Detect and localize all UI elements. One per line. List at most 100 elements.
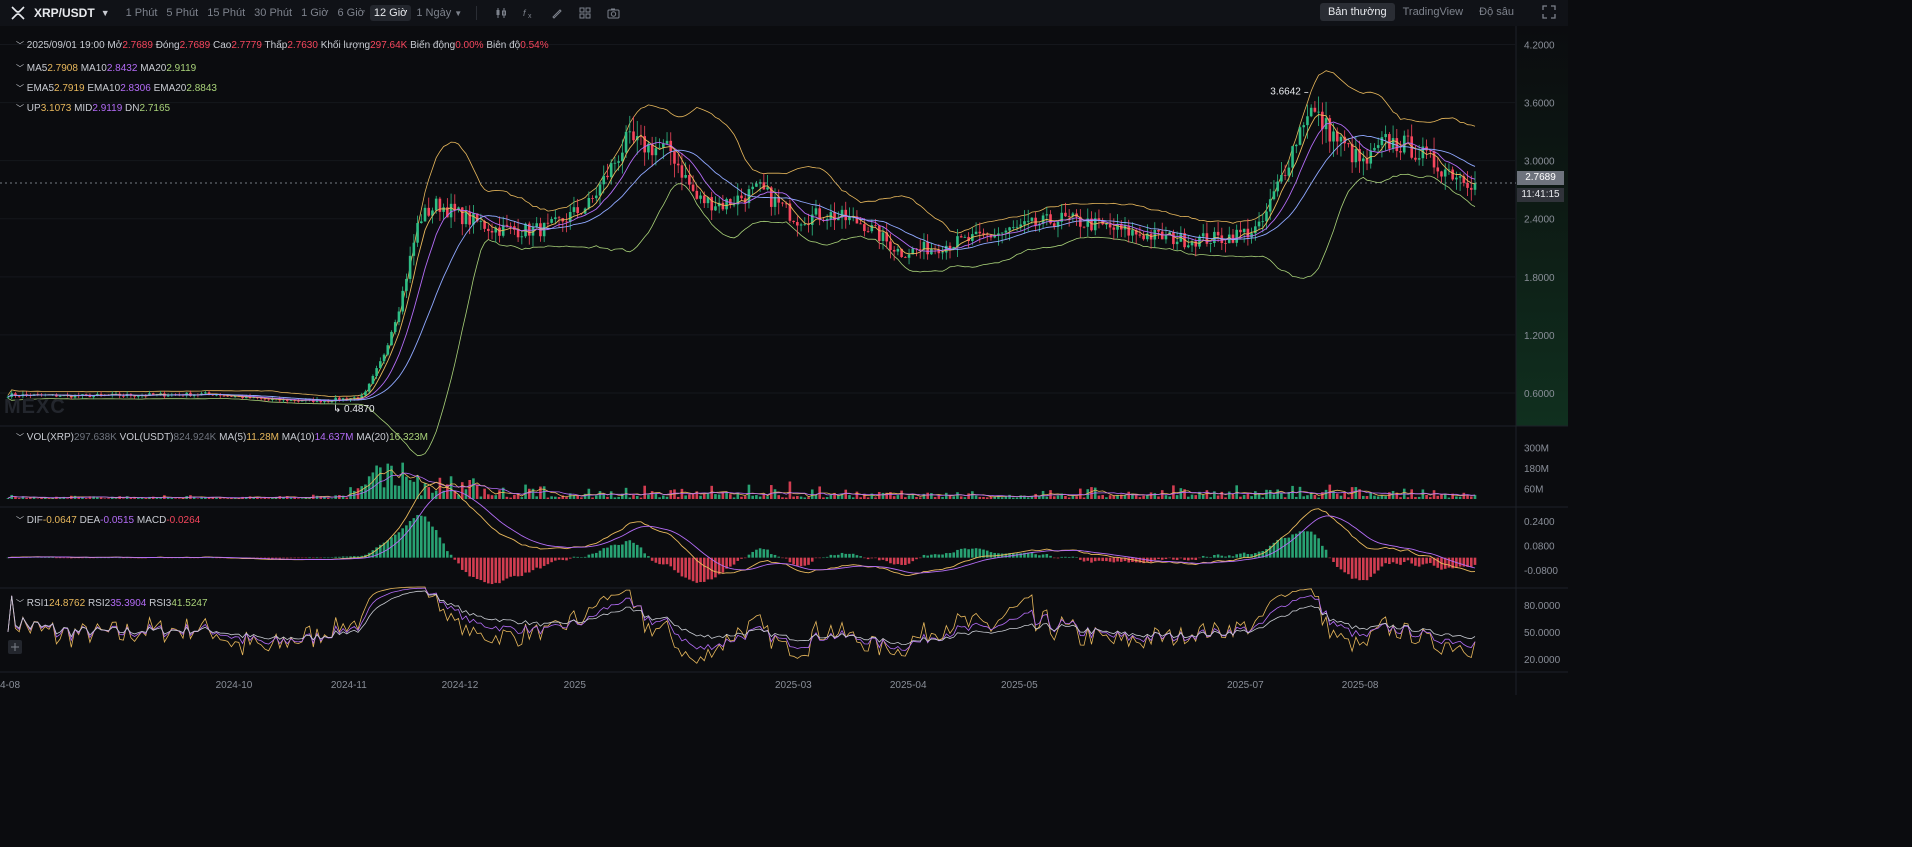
- time-tick-label: 2024-12: [442, 680, 479, 691]
- macd-histogram-bar: [784, 557, 788, 559]
- candle-body: [1376, 145, 1380, 148]
- macd-histogram-bar: [434, 530, 438, 558]
- volume-bar: [330, 498, 334, 499]
- macd-histogram-bar: [1417, 557, 1421, 567]
- rsi-collapse-icon[interactable]: ﹀: [16, 599, 24, 608]
- macd-histogram-bar: [1198, 557, 1201, 559]
- volume-bar: [900, 490, 903, 499]
- volume-bar: [1064, 495, 1067, 499]
- macd-histogram-bar: [1239, 553, 1242, 558]
- boll-dn-value: 2.7165: [139, 103, 171, 114]
- volume-bar: [565, 497, 568, 499]
- volume-bar: [829, 495, 833, 499]
- macd-collapse-icon[interactable]: ﹀: [16, 516, 24, 525]
- candle-body: [122, 395, 125, 397]
- macd-histogram-bar: [1090, 557, 1093, 563]
- macd-histogram-bar: [475, 557, 479, 579]
- volume-bar: [349, 487, 352, 499]
- volume-bar: [963, 497, 967, 499]
- volume-bar: [1160, 490, 1164, 499]
- candle-body: [751, 186, 754, 190]
- candle-body: [859, 223, 862, 225]
- macd-histogram-bar: [408, 521, 412, 558]
- volume-bar: [1429, 497, 1432, 499]
- volume-bar: [1108, 495, 1112, 499]
- candle-body: [554, 217, 557, 220]
- macd-histogram-bar: [453, 557, 457, 560]
- macd-histogram-bar: [788, 557, 792, 563]
- macd-histogram-bar: [576, 556, 579, 558]
- volume-bar: [743, 496, 747, 499]
- volume-bar: [1127, 491, 1131, 499]
- macd-histogram-bar: [1473, 557, 1477, 565]
- macd-histogram-bar: [944, 553, 948, 558]
- volume-bar: [609, 491, 613, 499]
- candle-body: [1291, 146, 1294, 168]
- kline-chart[interactable]: 4.2000 3.6000 3.0000 2.4000 1.8000 1.2000 0.60…: [0, 0, 1568, 695]
- macd-histogram-bar: [1164, 557, 1168, 560]
- candle-body: [498, 227, 501, 236]
- macd-histogram-bar: [796, 557, 799, 567]
- candle-body: [423, 207, 427, 222]
- boll-collapse-icon[interactable]: ﹀: [16, 104, 24, 113]
- candle-body: [520, 236, 524, 238]
- dif-value: -0.0647: [42, 515, 77, 526]
- candle-body: [379, 361, 382, 369]
- macd-histogram-bar: [1402, 557, 1406, 562]
- legend-collapse-icon[interactable]: ﹀: [16, 41, 24, 50]
- volume-bar: [40, 498, 43, 499]
- volume-bar: [1458, 496, 1462, 499]
- volume-bar: [751, 495, 754, 499]
- macd-histogram-bar: [516, 557, 520, 577]
- volume-bar: [550, 496, 553, 499]
- macd-histogram-bar: [1112, 557, 1116, 563]
- macd-histogram-bar: [62, 557, 66, 559]
- volume-bar: [133, 498, 136, 499]
- candle-body: [382, 354, 386, 362]
- candle-body: [1436, 167, 1440, 172]
- candle-body: [1440, 171, 1443, 177]
- candle-body: [464, 211, 468, 225]
- macd-histogram-bar: [513, 557, 516, 576]
- macd-histogram-bar: [840, 552, 844, 558]
- macd-histogram-bar: [989, 552, 993, 558]
- volume-bar: [1038, 496, 1041, 499]
- volume-bar: [84, 498, 88, 499]
- candle-body: [1112, 227, 1116, 230]
- volume-collapse-icon[interactable]: ﹀: [16, 433, 24, 442]
- volume-bar: [215, 497, 218, 499]
- volume-bar: [714, 494, 717, 499]
- open-label: Mở: [107, 40, 123, 51]
- vol-ma5-label: MA(5): [219, 432, 247, 443]
- pane-settings-icon[interactable]: [8, 640, 22, 654]
- time-tick-label: 2025-04: [890, 680, 927, 691]
- candle-body: [617, 161, 620, 163]
- macd-histogram-bar: [1175, 557, 1179, 561]
- macd-histogram-bar: [546, 557, 550, 565]
- macd-histogram-bar: [1187, 557, 1190, 561]
- volume-bar: [959, 496, 963, 499]
- macd-histogram-bar: [524, 557, 527, 573]
- macd-histogram-bar: [1388, 557, 1391, 564]
- candle-body: [974, 231, 978, 235]
- macd-histogram-bar: [47, 557, 51, 558]
- ma-collapse-icon[interactable]: ﹀: [16, 64, 24, 73]
- low-label: Thấp: [264, 40, 288, 51]
- candle-body: [710, 197, 714, 211]
- volume-bar: [494, 495, 498, 499]
- ema-collapse-icon[interactable]: ﹀: [16, 84, 24, 93]
- macd-histogram-bar: [1369, 557, 1373, 577]
- candle-body: [665, 140, 669, 144]
- volume-bar: [527, 488, 531, 499]
- candle-body: [1332, 131, 1335, 142]
- volume-bar: [1142, 495, 1145, 499]
- candle-body: [1317, 111, 1320, 113]
- volume-bar: [665, 496, 669, 499]
- volume-bar: [781, 497, 784, 499]
- macd-histogram-bar: [1469, 557, 1473, 567]
- macd-histogram-bar: [680, 557, 684, 577]
- macd-histogram-bar: [572, 556, 576, 558]
- volume-bar: [1265, 489, 1268, 499]
- candle-body: [691, 184, 695, 191]
- macd-histogram-bar: [118, 557, 122, 559]
